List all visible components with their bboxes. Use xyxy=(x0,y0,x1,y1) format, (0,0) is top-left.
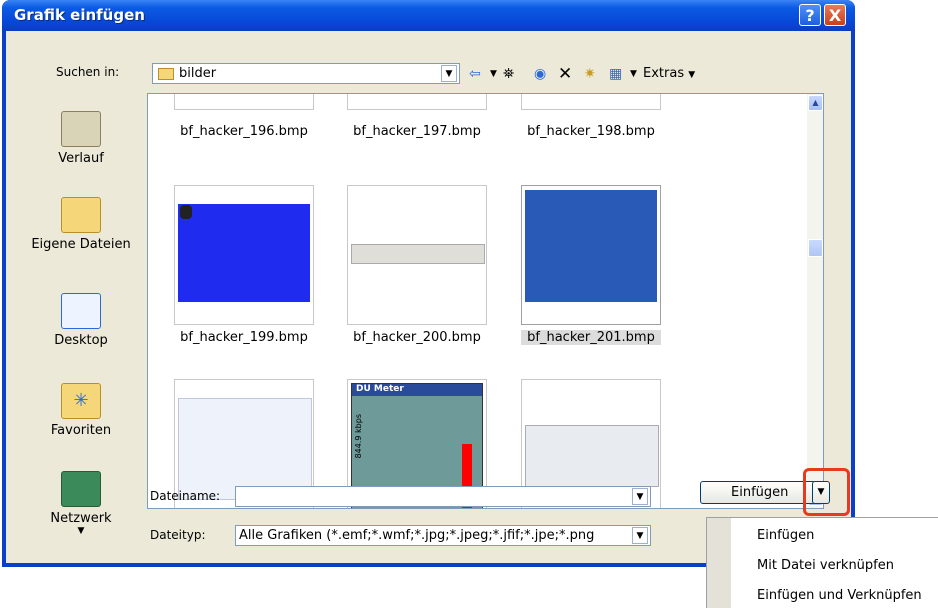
thumbnail-image xyxy=(525,190,657,302)
my-documents-icon xyxy=(61,197,101,233)
menu-icon-strip xyxy=(707,518,731,608)
lookin-combo[interactable]: bilder ▼ xyxy=(152,63,460,84)
places-bar: Verlauf Eigene Dateien Desktop ✳ Favorit… xyxy=(18,93,144,553)
place-desktop[interactable]: Desktop xyxy=(18,293,144,348)
delete-icon[interactable]: ✕ xyxy=(558,64,572,84)
chevron-down-icon[interactable]: ▼ xyxy=(632,488,648,505)
menu-item-link-to-file[interactable]: Mit Datei verknüpfen xyxy=(757,558,894,573)
file-thumbnail-selected[interactable] xyxy=(521,185,661,325)
place-label: Favoriten xyxy=(50,423,112,438)
thumbnail-image xyxy=(178,398,312,500)
file-name[interactable]: bf_hacker_200.bmp xyxy=(347,330,487,345)
file-thumbnail[interactable] xyxy=(521,94,661,110)
filename-label: Dateiname: xyxy=(150,489,221,503)
thumbnail-image xyxy=(525,425,659,487)
place-history[interactable]: Verlauf xyxy=(18,111,144,166)
file-list[interactable]: bf_hacker_196.bmp bf_hacker_197.bmp bf_h… xyxy=(147,93,824,509)
new-folder-icon[interactable]: ✷ xyxy=(584,64,596,84)
thumbnail-title: DU Meter xyxy=(352,384,482,396)
chevron-down-icon[interactable]: ▼ xyxy=(18,526,144,536)
back-dropdown-icon[interactable]: ▼ xyxy=(490,64,497,84)
place-favorites[interactable]: ✳ Favoriten xyxy=(18,383,144,438)
close-button[interactable]: X xyxy=(824,4,846,26)
insert-label: Einfügen xyxy=(731,485,789,500)
filetype-select[interactable]: Alle Grafiken (*.emf;*.wmf;*.jpg;*.jpeg;… xyxy=(235,525,651,546)
extras-label: Extras xyxy=(643,66,685,81)
place-label: Desktop xyxy=(54,333,108,348)
file-name[interactable]: bf_hacker_197.bmp xyxy=(347,124,487,139)
chevron-down-icon: ▼ xyxy=(688,70,696,80)
history-icon xyxy=(61,111,101,147)
menu-item-insert[interactable]: Einfügen xyxy=(757,528,814,543)
file-name[interactable]: bf_hacker_199.bmp xyxy=(174,330,314,345)
help-button[interactable]: ? xyxy=(799,4,821,26)
insert-button[interactable]: Einfügen xyxy=(700,481,816,504)
menu-item-insert-and-link[interactable]: Einfügen und Verknüpfen xyxy=(757,588,922,603)
place-my-documents[interactable]: Eigene Dateien xyxy=(18,197,144,252)
folder-icon xyxy=(158,68,174,80)
chevron-down-icon[interactable]: ▼ xyxy=(632,527,648,544)
vertical-scrollbar[interactable]: ▲ ▼ xyxy=(807,94,823,508)
file-name-selected[interactable]: bf_hacker_201.bmp xyxy=(521,330,661,345)
lookin-label: Suchen in: xyxy=(56,65,120,79)
desktop-icon xyxy=(61,293,101,329)
annotation-highlight xyxy=(803,468,850,516)
place-label: Netzwerk xyxy=(50,511,112,526)
thumbnail-value: 844.9 kbps xyxy=(354,414,363,459)
chevron-down-icon[interactable]: ▼ xyxy=(441,65,457,82)
insert-options-menu: Einfügen Mit Datei verknüpfen Einfügen u… xyxy=(706,517,938,608)
extras-menu[interactable]: Extras ▼ xyxy=(643,64,695,84)
place-label: Eigene Dateien xyxy=(31,237,131,252)
scrollbar-thumb[interactable] xyxy=(808,239,823,257)
window-title: Grafik einfügen xyxy=(14,6,145,24)
views-dropdown-icon[interactable]: ▼ xyxy=(630,64,637,84)
network-icon xyxy=(61,471,101,507)
lookin-value: bilder xyxy=(179,66,217,81)
filetype-value: Alle Grafiken (*.emf;*.wmf;*.jpg;*.jpeg;… xyxy=(239,528,595,543)
file-thumbnail[interactable] xyxy=(174,94,314,110)
favorites-icon: ✳ xyxy=(61,383,101,419)
views-icon[interactable]: ▦ xyxy=(609,64,622,84)
place-network[interactable]: Netzwerk ▼ xyxy=(18,471,144,536)
scroll-up-icon[interactable]: ▲ xyxy=(808,95,823,111)
filetype-label: Dateityp: xyxy=(150,528,206,542)
file-thumbnail[interactable] xyxy=(347,94,487,110)
folder-up-icon[interactable]: ⛯ xyxy=(503,64,514,84)
thumbnail-image xyxy=(178,204,310,302)
search-web-icon[interactable]: ◉ xyxy=(534,64,546,84)
file-thumbnail[interactable] xyxy=(174,185,314,325)
filename-input[interactable]: ▼ xyxy=(235,486,651,507)
title-bar[interactable]: Grafik einfügen ? X xyxy=(2,0,855,31)
back-arrow-icon[interactable]: ⇦ xyxy=(469,64,481,84)
file-name[interactable]: bf_hacker_196.bmp xyxy=(174,124,314,139)
file-name[interactable]: bf_hacker_198.bmp xyxy=(521,124,661,139)
thumbnail-image xyxy=(351,244,485,264)
file-thumbnail[interactable] xyxy=(347,185,487,325)
place-label: Verlauf xyxy=(58,151,104,166)
tux-icon xyxy=(180,205,192,219)
